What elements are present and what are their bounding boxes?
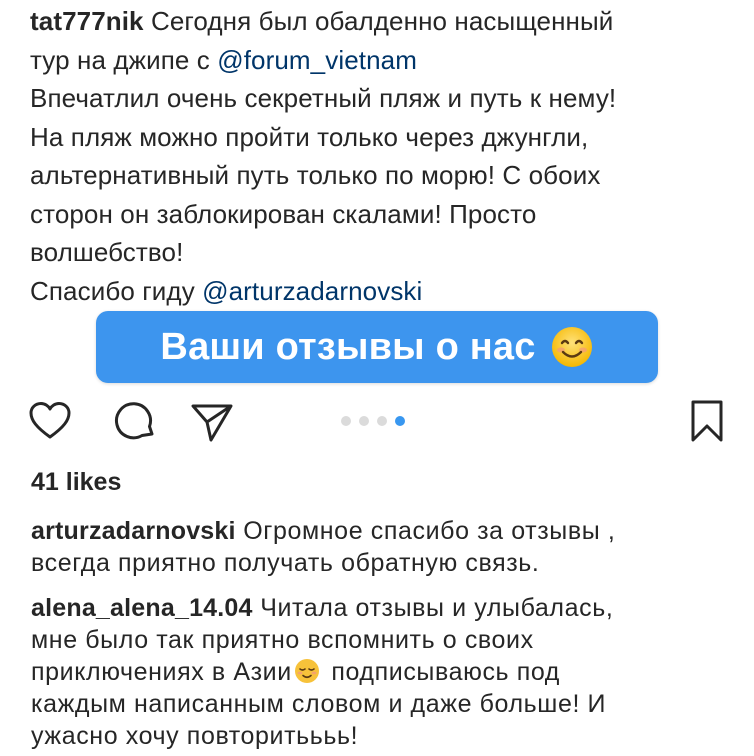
comment-button[interactable] bbox=[110, 396, 160, 446]
comment-line: приключениях в Азии подписываюсь под bbox=[31, 656, 731, 688]
comment-item: arturzadarnovski Огромное спасибо за отз… bbox=[31, 515, 731, 579]
comment-line: всегда приятно получать обратную связь. bbox=[31, 549, 540, 577]
relieved-face-emoji-icon bbox=[294, 659, 319, 683]
bookmark-icon bbox=[691, 400, 723, 442]
caption-line-7: волшебство! bbox=[30, 237, 184, 267]
caption-mention-link[interactable]: @forum_vietnam bbox=[217, 45, 417, 75]
comment-line: мне было так приятно вспомнить о своих bbox=[31, 626, 534, 654]
share-button[interactable] bbox=[187, 396, 237, 446]
caption-mention-link[interactable]: @arturzadarnovski bbox=[202, 276, 422, 306]
carousel-dot bbox=[359, 416, 369, 426]
save-button[interactable] bbox=[682, 396, 732, 446]
caption-line-6: сторон он заблокирован скалами! Просто bbox=[30, 198, 537, 229]
caption-line-1: tat777nik Сегодня был обалденно насыщенн… bbox=[30, 2, 730, 41]
comment-text: приключениях в Азии bbox=[31, 658, 292, 686]
smiling-face-emoji-icon bbox=[551, 327, 592, 367]
comment-icon bbox=[115, 402, 154, 440]
heart-icon bbox=[29, 402, 71, 439]
comment-text: Читала отзывы и улыбалась, bbox=[260, 594, 614, 622]
carousel-indicator bbox=[341, 416, 405, 426]
carousel-dot bbox=[377, 416, 387, 426]
caption-username[interactable]: tat777nik bbox=[30, 6, 144, 36]
comment-line: каждым написанным словом и даже больше! … bbox=[31, 690, 607, 718]
caption-text: Спасибо гиду bbox=[30, 275, 203, 306]
caption-line-5: альтернативный путь только по морю! С об… bbox=[30, 160, 601, 190]
sticker-text: Ваши отзывы о нас bbox=[160, 325, 536, 368]
comment-username[interactable]: arturzadarnovski bbox=[31, 517, 236, 545]
share-icon bbox=[191, 404, 233, 442]
comment-item: alena_alena_14.04 Читала отзывы и улыбал… bbox=[31, 592, 731, 752]
comment-username[interactable]: alena_alena_14.04 bbox=[31, 594, 253, 622]
comment-line: arturzadarnovski Огромное спасибо за отз… bbox=[31, 515, 731, 547]
caption-line-3: Впечатлил очень секретный пляж и путь к … bbox=[30, 83, 617, 113]
comment-text: подписываюсь под bbox=[331, 658, 560, 686]
comment-line: ужасно хочу повторитьььь! bbox=[31, 722, 359, 750]
caption-line-4: На пляж можно пройти только через джунгл… bbox=[30, 121, 589, 152]
carousel-dot bbox=[341, 416, 351, 426]
comment-line: alena_alena_14.04 Читала отзывы и улыбал… bbox=[31, 592, 731, 624]
caption-text: Сегодня был обалденно насыщенный bbox=[150, 6, 614, 36]
carousel-dot-active bbox=[395, 416, 405, 426]
story-text-sticker: Ваши отзывы о нас bbox=[96, 311, 658, 383]
caption-line-2: тур на джипе с @forum_vietnam bbox=[30, 41, 730, 80]
post-caption: tat777nik Сегодня был обалденно насыщенн… bbox=[30, 2, 730, 310]
comment-text: Огромное спасибо за отзывы , bbox=[243, 517, 616, 545]
like-button[interactable] bbox=[25, 396, 75, 446]
likes-count[interactable]: 41 likes bbox=[31, 468, 121, 497]
caption-line-8: Спасибо гиду @arturzadarnovski bbox=[30, 272, 730, 311]
caption-text: тур на джипе с bbox=[30, 44, 218, 75]
